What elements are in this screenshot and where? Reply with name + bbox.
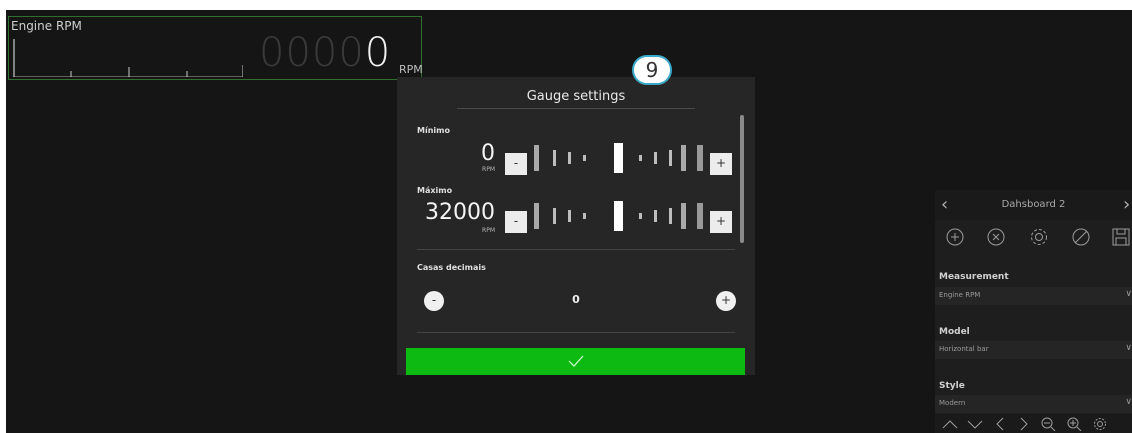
step-badge: 9 (632, 55, 672, 85)
dialog-title: Gauge settings (526, 89, 626, 104)
minimum-decrease-button[interactable]: - (505, 153, 527, 175)
minimum-display: 0 RPM (417, 141, 495, 174)
close-circle-icon[interactable] (985, 226, 1007, 248)
style-label: Style (939, 381, 965, 391)
zoom-out-icon[interactable] (1039, 416, 1057, 431)
save-icon[interactable] (1110, 226, 1132, 248)
panel-header: ‹ Dahsboard 2 › (935, 190, 1132, 220)
model-select[interactable]: Horizontal bar ∨ (935, 341, 1132, 359)
chevron-down-icon: ∨ (1125, 289, 1132, 299)
chevron-right-icon[interactable]: › (1123, 194, 1130, 215)
disabled-icon[interactable] (1070, 226, 1092, 248)
panel-toolbar (935, 414, 1132, 433)
gauge-value: 00000 (259, 31, 391, 75)
style-select[interactable]: Modern ∨ (935, 395, 1132, 413)
dashboard-title: Dahsboard 2 (1001, 199, 1066, 210)
measurement-select[interactable]: Engine RPM ∨ (935, 287, 1132, 305)
gauge-value-lit: 0 (364, 30, 392, 76)
dashboard-canvas: Engine RPM 00000 RPM 9 Gauge settings Mí… (6, 10, 1132, 433)
chevron-down-icon[interactable] (966, 416, 984, 431)
minimum-label: Mínimo (417, 126, 450, 135)
add-circle-icon[interactable] (944, 226, 966, 248)
checkmark-icon (568, 355, 583, 367)
maximum-increase-button[interactable]: + (710, 211, 732, 233)
dashboard-side-panel: ‹ Dahsboard 2 › Measurement Engine RPM ∨… (935, 190, 1132, 433)
maximum-unit: RPM (482, 227, 495, 234)
zoom-in-icon[interactable] (1065, 416, 1083, 431)
gauge-value-dim: 0000 (259, 30, 365, 76)
gauge-scale (13, 39, 243, 77)
gauge-title: Engine RPM (11, 19, 82, 33)
measurement-value: Engine RPM (939, 291, 981, 299)
section-divider (417, 332, 735, 333)
engine-rpm-gauge[interactable]: Engine RPM 00000 RPM (8, 16, 423, 80)
minimum-increase-button[interactable]: + (710, 153, 732, 175)
title-divider (457, 108, 695, 109)
chevron-up-icon[interactable] (941, 416, 959, 431)
chevron-down-icon: ∨ (1125, 397, 1132, 407)
dialog-scrollbar[interactable] (740, 115, 744, 243)
chevron-down-icon: ∨ (1125, 343, 1132, 353)
style-value: Modern (939, 399, 966, 407)
maximum-value: 32000 (425, 200, 495, 225)
minimum-slider[interactable] (531, 143, 715, 173)
gauge-settings-dialog: Gauge settings Mínimo 0 RPM - + Máximo 3… (397, 77, 755, 375)
chevron-right-icon[interactable] (1015, 416, 1033, 431)
minimum-unit: RPM (482, 166, 495, 173)
model-value: Horizontal bar (939, 345, 989, 353)
maximum-slider[interactable] (531, 201, 715, 231)
maximum-label: Máximo (417, 186, 453, 195)
confirm-button[interactable] (406, 348, 745, 375)
decimals-decrease-button[interactable]: - (424, 291, 444, 311)
minimum-value: 0 (481, 141, 495, 166)
gauge-unit: RPM (399, 63, 423, 76)
decimals-increase-button[interactable]: + (716, 291, 736, 311)
gear-icon[interactable] (1028, 226, 1050, 248)
measurement-label: Measurement (939, 272, 1009, 282)
maximum-decrease-button[interactable]: - (505, 211, 527, 233)
gear-icon[interactable] (1091, 416, 1109, 431)
decimals-label: Casas decimais (417, 263, 486, 272)
decimals-value: 0 (572, 293, 580, 306)
chevron-left-icon[interactable] (991, 416, 1009, 431)
section-divider (417, 249, 735, 250)
maximum-display: 32000 RPM (405, 200, 495, 235)
model-label: Model (939, 327, 970, 337)
